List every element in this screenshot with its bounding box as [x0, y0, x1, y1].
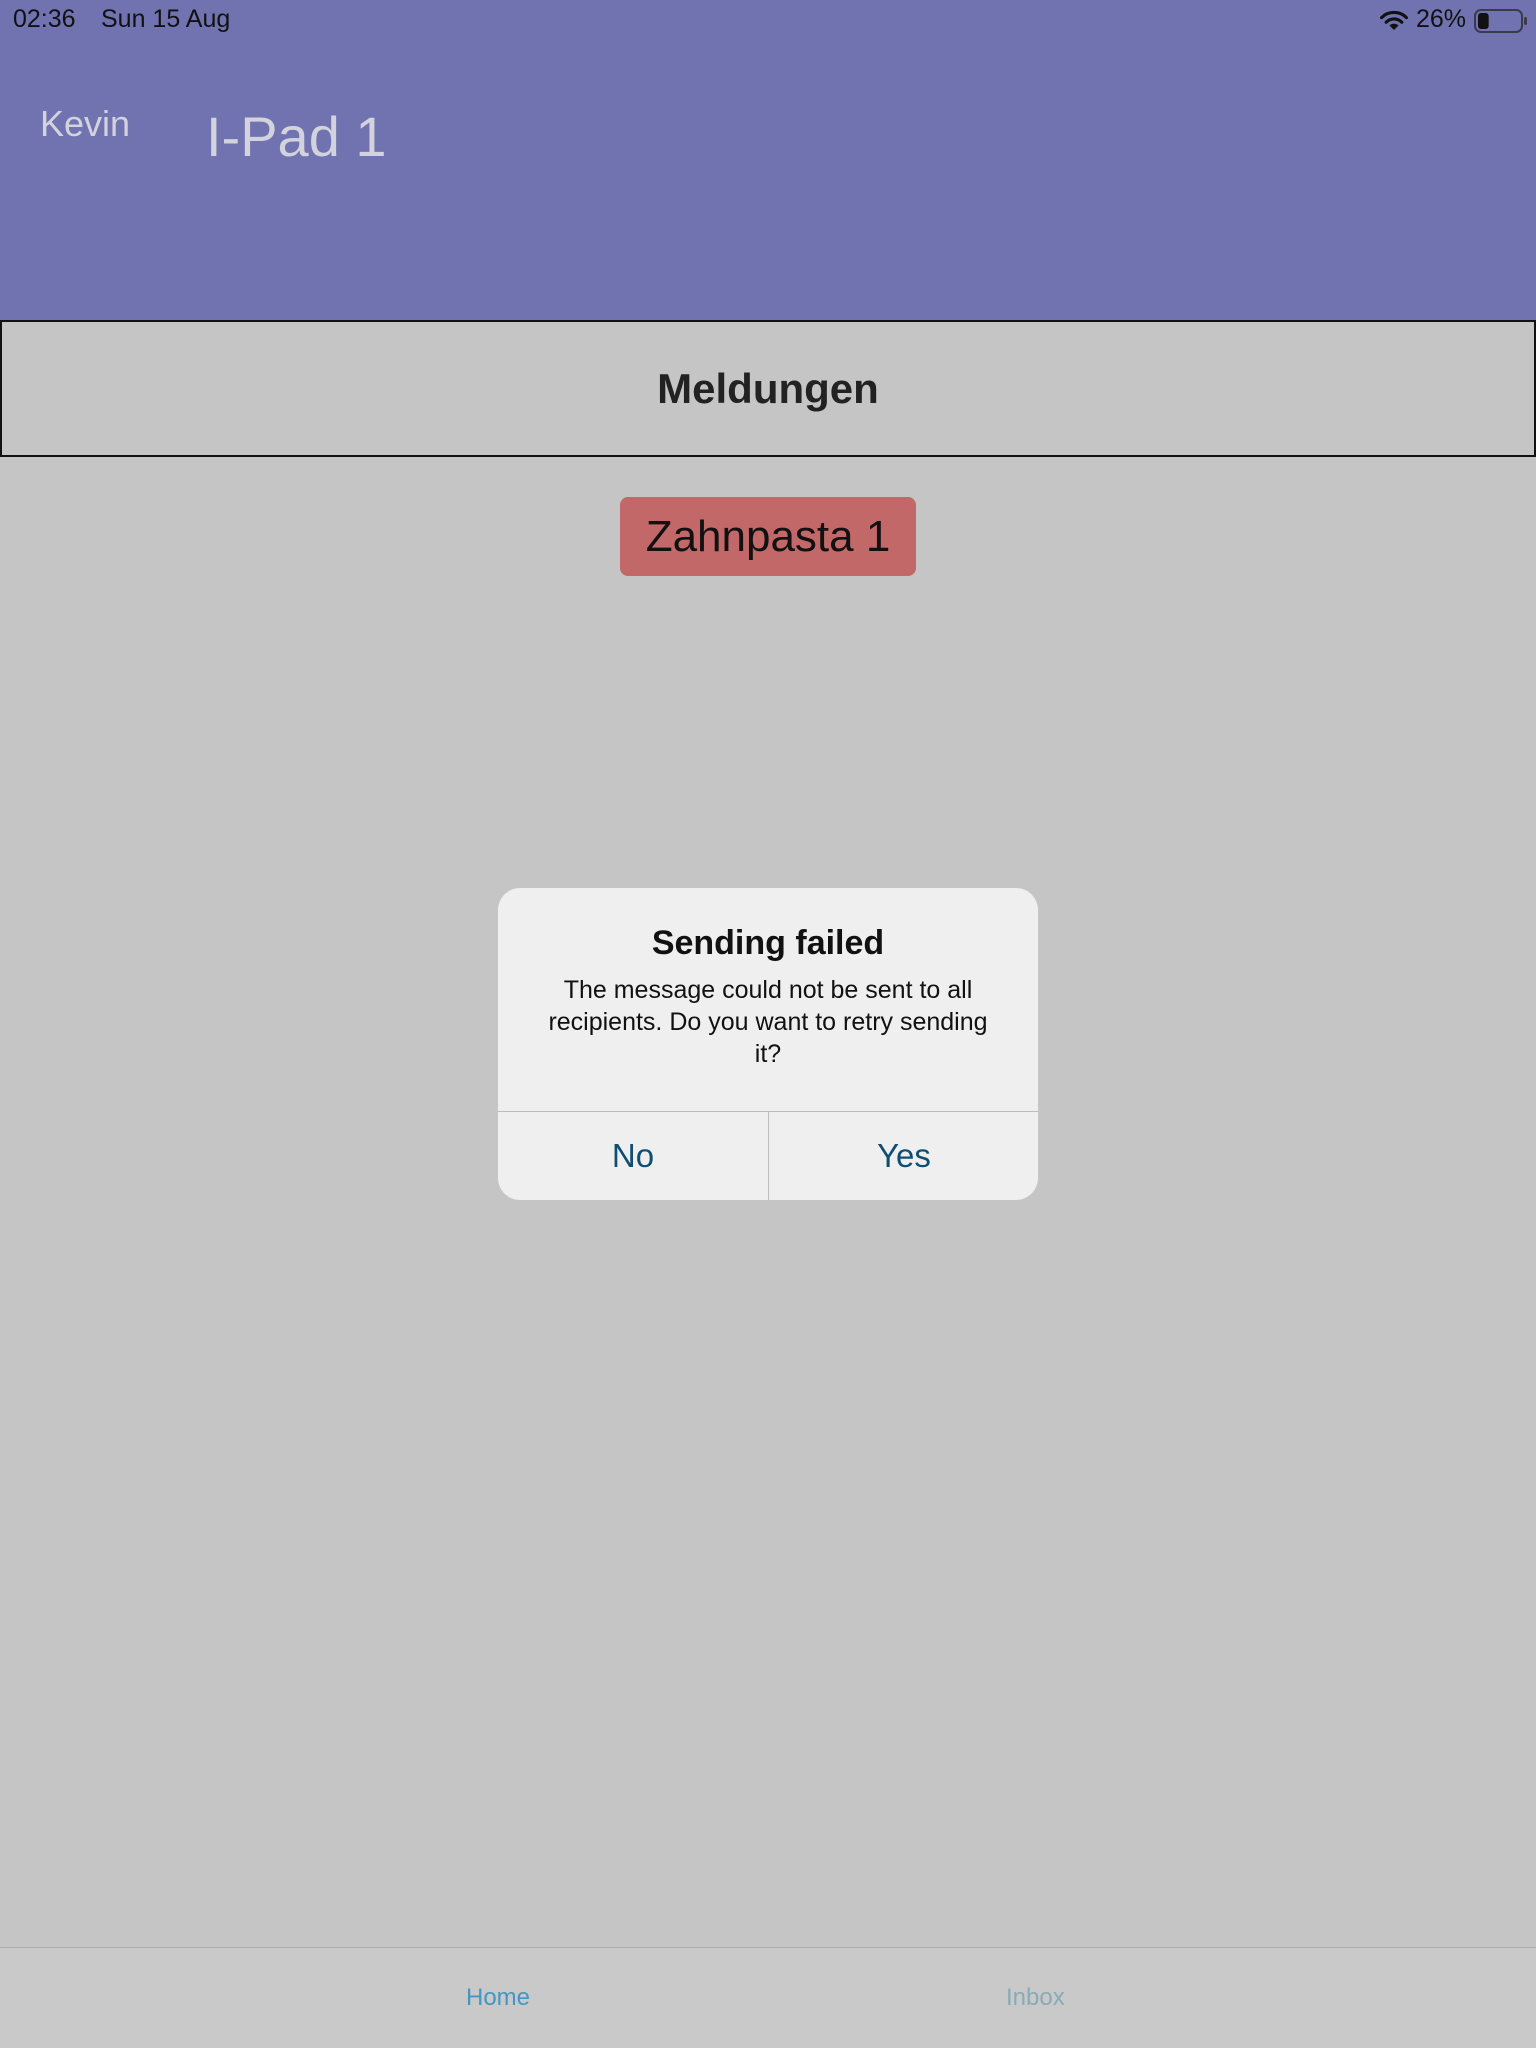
wifi-icon — [1380, 10, 1408, 30]
section-title: Meldungen — [657, 364, 879, 412]
user-name: Kevin — [40, 103, 131, 144]
dialog-message: The message could not be sent to all rec… — [548, 976, 988, 1068]
no-button[interactable]: No — [498, 1112, 768, 1200]
dialog-title: Sending failed — [651, 924, 885, 962]
alert-dialog: Sending failed The message could not be … — [498, 888, 1038, 1200]
status-time: 02:36 — [13, 5, 76, 33]
device-name: I-Pad 1 — [206, 105, 387, 168]
battery-percentage: 26% — [1416, 5, 1467, 33]
tab-inbox[interactable]: Inbox — [1006, 1984, 1065, 2012]
status-date: Sun 15 Aug — [101, 5, 231, 33]
tab-home[interactable]: Home — [466, 1984, 530, 2012]
message-chip[interactable]: Zahnpasta 1 — [620, 497, 916, 576]
battery-icon — [1474, 9, 1527, 33]
app-header: 02:36 Sun 15 Aug 26% Kevin I-Pad 1 — [0, 0, 1536, 320]
tab-bar: Home Inbox — [0, 1947, 1536, 2048]
status-bar: 02:36 Sun 15 Aug 26% — [0, 0, 1536, 40]
section-header: Meldungen — [0, 320, 1536, 457]
yes-button[interactable]: Yes — [769, 1112, 1038, 1200]
